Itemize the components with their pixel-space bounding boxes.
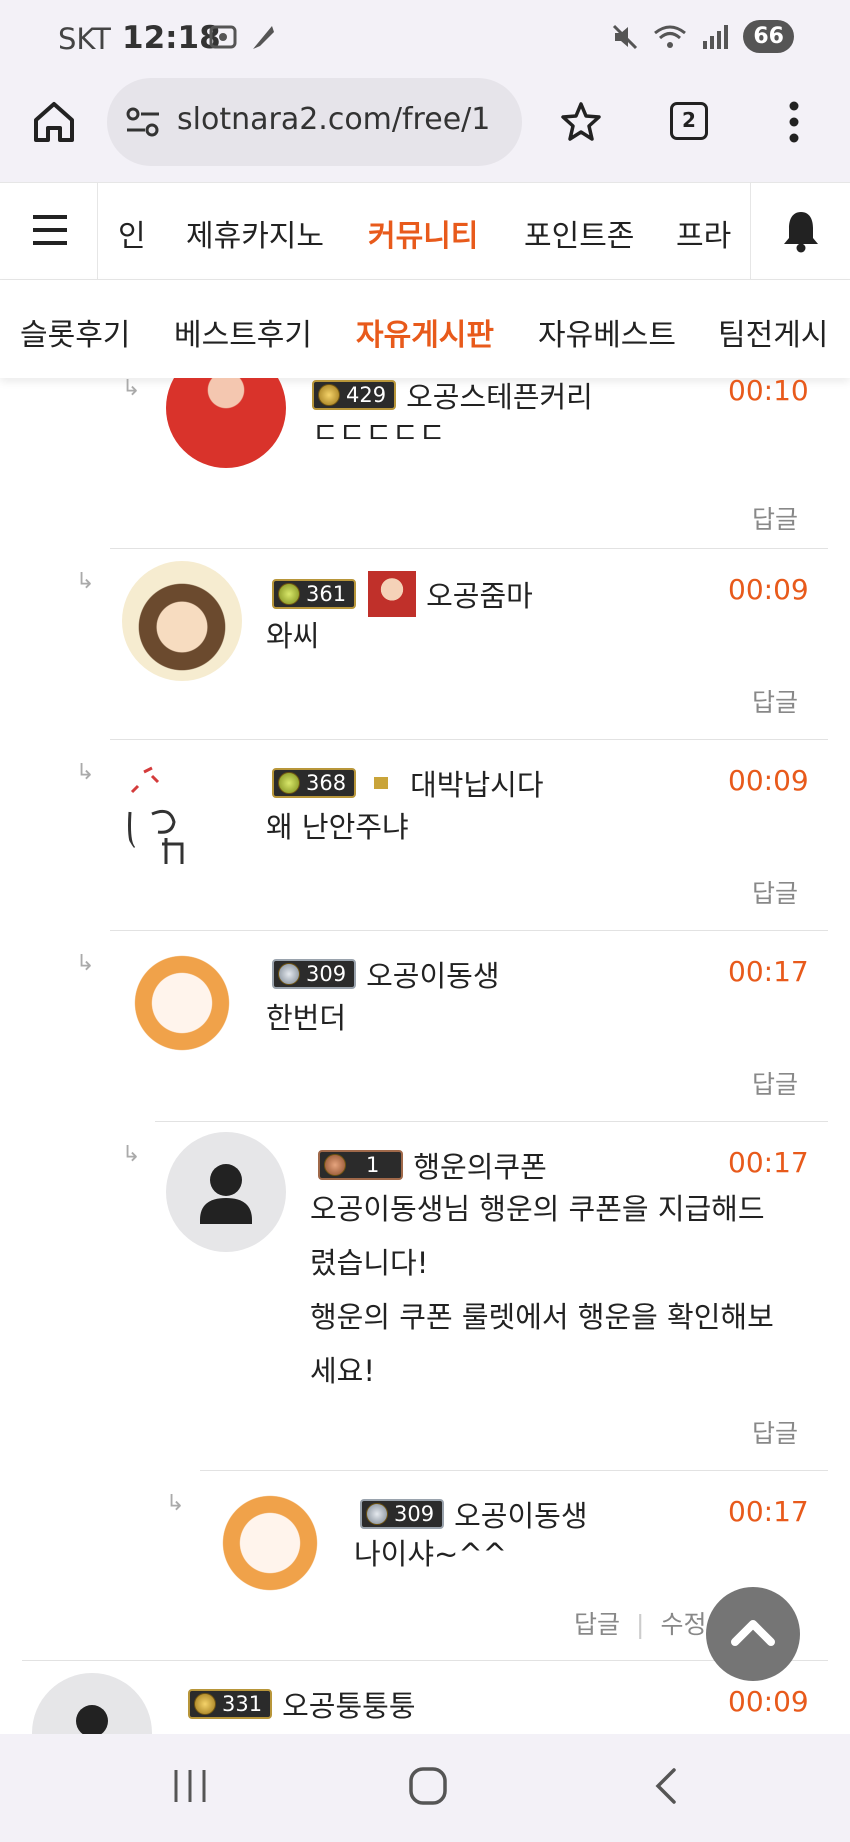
- username[interactable]: 대박납시다: [410, 762, 543, 804]
- reply-arrow-icon: ↳: [76, 951, 95, 976]
- hamburger-menu-icon[interactable]: [0, 183, 98, 279]
- recent-apps-icon[interactable]: [170, 1764, 210, 1808]
- status-bar: SKT 12:18 66: [0, 0, 850, 74]
- comment-item: ↳ 429 오공스테픈커리 00:10 ㄷㄷㄷㄷㄷ 답글: [0, 378, 850, 548]
- comment-time: 00:17: [728, 1146, 809, 1179]
- tab-switcher-button[interactable]: 2: [670, 102, 708, 140]
- avatar[interactable]: [122, 752, 242, 872]
- mini-avatar-icon: [368, 571, 417, 617]
- comment-item: ↳ 309 오공이동생 00:17 한번더 답글: [0, 931, 850, 1122]
- primary-nav: 인 제휴카지노 커뮤니티 포인트존 프라: [0, 182, 850, 280]
- reply-button[interactable]: 답글: [752, 683, 798, 719]
- browser-toolbar: slotnara2.com/free/1 2: [0, 74, 850, 182]
- level-badge: 309: [360, 1499, 445, 1529]
- comment-item: ↳ 1 행운의쿠폰 00:17 오공이동생님 행운의 쿠폰을 지급해드 렸습니다…: [0, 1122, 850, 1471]
- notification-bell-icon[interactable]: [750, 183, 850, 279]
- tab-best-reviews[interactable]: 베스트후기: [174, 310, 312, 354]
- reply-arrow-icon: ↳: [122, 1142, 141, 1167]
- secondary-nav: 슬롯후기 베스트후기 자유게시판 자유베스트 팀전게시: [0, 280, 850, 378]
- comment-list: ↳ 429 오공스테픈커리 00:10 ㄷㄷㄷㄷㄷ 답글 ↳ 361 오공줌마 …: [0, 378, 850, 1734]
- comment-time: 00:17: [728, 1495, 809, 1528]
- user-silhouette-icon: [76, 1705, 108, 1734]
- nav-item-point-zone[interactable]: 포인트존: [524, 211, 634, 255]
- reply-arrow-icon: ↳: [76, 569, 95, 594]
- scroll-top-button[interactable]: [706, 1587, 800, 1681]
- tab-free-board[interactable]: 자유게시판: [356, 310, 494, 354]
- level-badge: 309: [272, 959, 357, 989]
- nav-item-partial-right[interactable]: 프라: [676, 211, 731, 255]
- tab-free-best[interactable]: 자유베스트: [538, 310, 676, 354]
- reply-arrow-icon: ↳: [76, 760, 95, 785]
- comment-time: 00:10: [728, 378, 809, 407]
- reply-button[interactable]: 답글: [752, 500, 798, 536]
- level-badge: 368: [272, 768, 357, 798]
- reply-arrow-icon: ↳: [166, 1491, 185, 1516]
- comment-text: 오공이동생님 행운의 쿠폰을 지급해드 렸습니다! 행운의 쿠폰 룰렛에서 행운…: [310, 1192, 774, 1388]
- username[interactable]: 오공퉁퉁퉁: [282, 1683, 415, 1725]
- home-nav-icon[interactable]: [406, 1764, 450, 1808]
- mute-icon: [613, 24, 638, 49]
- home-icon[interactable]: [30, 98, 78, 146]
- level-badge: 1: [318, 1150, 404, 1180]
- level-badge: 361: [272, 579, 357, 609]
- username[interactable]: 오공이동생: [366, 953, 499, 995]
- carrier-label: SKT: [58, 22, 111, 56]
- system-nav-bar: [0, 1734, 850, 1842]
- comment-text: 와씨: [266, 619, 320, 653]
- comment-item: ↳ 361 오공줌마 00:09 와씨 답글: [0, 549, 850, 740]
- avatar[interactable]: [166, 378, 286, 468]
- nav-item-partial-left[interactable]: 인: [118, 211, 146, 255]
- avatar[interactable]: [122, 943, 242, 1063]
- level-badge: 331: [188, 1689, 273, 1719]
- avatar[interactable]: [122, 561, 242, 681]
- default-avatar[interactable]: [166, 1132, 286, 1252]
- more-menu-icon[interactable]: [786, 100, 802, 144]
- default-avatar[interactable]: [32, 1673, 152, 1734]
- bookmark-star-icon[interactable]: [560, 100, 602, 142]
- screenshot-icon: [209, 25, 237, 49]
- back-icon[interactable]: [650, 1764, 682, 1808]
- comment-time: 00:09: [728, 764, 809, 797]
- username[interactable]: 오공줌마: [426, 573, 533, 615]
- comment-item: ↳ 368 대박납시다 00:09 왜 난안주냐 답글: [0, 740, 850, 931]
- reply-arrow-icon: ↳: [122, 378, 141, 401]
- nav-item-partner-casino[interactable]: 제휴카지노: [186, 211, 324, 255]
- nav-item-community[interactable]: 커뮤니티: [368, 211, 478, 255]
- site-settings-icon[interactable]: [125, 106, 161, 138]
- reply-button[interactable]: 답글: [752, 874, 798, 910]
- comment-text: 나이샤~^^: [354, 1537, 507, 1571]
- comment-time: 00:17: [728, 955, 809, 988]
- comment-time: 00:09: [728, 1685, 809, 1718]
- reply-button[interactable]: 답글: [752, 1065, 798, 1101]
- mini-icon: [374, 777, 389, 789]
- feather-icon: [253, 26, 274, 49]
- battery-indicator: 66: [743, 20, 794, 53]
- username[interactable]: 행운의쿠폰: [413, 1144, 546, 1186]
- tab-slot-reviews[interactable]: 슬롯후기: [20, 310, 130, 354]
- comment-text: 한번더: [266, 1001, 347, 1035]
- edit-button[interactable]: 수정: [660, 1610, 706, 1639]
- reply-button[interactable]: 답글: [752, 1414, 798, 1450]
- reply-button[interactable]: 답글: [574, 1610, 620, 1639]
- avatar[interactable]: [210, 1483, 330, 1603]
- user-silhouette-icon: [200, 1164, 252, 1224]
- clock: 12:18: [122, 20, 221, 56]
- chevron-up-icon: [731, 1620, 775, 1646]
- comment-text: ㄷㄷㄷㄷㄷ: [312, 416, 446, 450]
- comment-time: 00:09: [728, 573, 809, 606]
- comment-text: 왜 난안주냐: [266, 810, 409, 844]
- address-bar[interactable]: slotnara2.com/free/1: [107, 78, 522, 166]
- tab-team-board[interactable]: 팀전게시: [718, 310, 828, 354]
- signal-icon: [703, 24, 729, 49]
- url-text: slotnara2.com/free/1: [177, 102, 491, 137]
- wifi-icon: [654, 25, 687, 48]
